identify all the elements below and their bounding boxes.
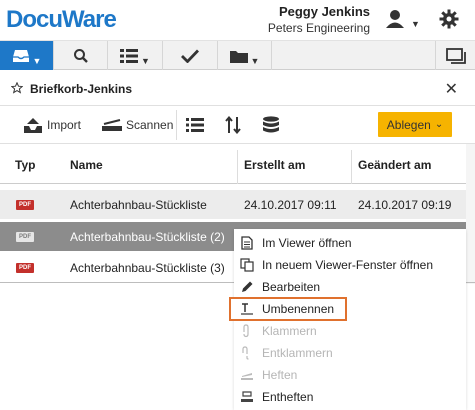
rename-icon: [241, 303, 253, 315]
import-icon: [24, 118, 42, 133]
column-divider[interactable]: [237, 150, 238, 184]
column-header-name[interactable]: Name: [70, 158, 103, 172]
storage-button[interactable]: [262, 114, 280, 136]
column-header-type[interactable]: Typ: [15, 158, 35, 172]
ablegen-label: Ablegen: [386, 117, 431, 132]
table-header: Typ Name Erstellt am Geändert am: [0, 144, 475, 184]
menu-item-label: Entheften: [262, 390, 314, 404]
column-divider[interactable]: [351, 150, 352, 184]
menu-item-edit[interactable]: Bearbeiten: [234, 276, 466, 298]
basket-header: Briefkorb-Jenkins ✕: [0, 70, 475, 106]
pencil-icon: [242, 281, 253, 292]
new-window-icon: [240, 258, 254, 272]
toolbar-divider: [176, 110, 177, 140]
nav-list-button[interactable]: ▼: [108, 41, 163, 70]
sort-icon: [225, 116, 241, 134]
close-icon[interactable]: ✕: [445, 79, 458, 99]
ablegen-button[interactable]: Ablegen ⌄: [378, 112, 452, 137]
chevron-down-icon: ▼: [141, 55, 150, 66]
scanner-icon: [102, 119, 122, 131]
list-view-button[interactable]: [186, 114, 204, 136]
scrollbar-track[interactable]: [466, 144, 475, 284]
menu-item-unstaple[interactable]: Entheften: [234, 386, 466, 408]
chevron-down-icon: ⌄: [434, 119, 444, 130]
table-row[interactable]: PDF Achterbahnbau-Stückliste 24.10.2017 …: [0, 190, 466, 219]
folder-icon: [229, 50, 248, 63]
list-view-icon: [186, 118, 204, 132]
nav-folder-button[interactable]: ▼: [218, 41, 272, 70]
top-bar: DocuWare Peggy Jenkins Peters Engineerin…: [0, 0, 475, 40]
unclip-icon: [242, 346, 249, 360]
stapler-icon: [241, 373, 253, 380]
row-created: 24.10.2017 09:11: [244, 198, 337, 212]
menu-item-open-viewer[interactable]: Im Viewer öffnen: [234, 232, 466, 254]
window-icon: [445, 47, 466, 64]
check-icon: [181, 49, 199, 63]
import-button[interactable]: Import: [24, 114, 81, 136]
paperclip-icon: [243, 324, 249, 338]
menu-item-label: Klammern: [262, 324, 317, 338]
nav-tasks-button[interactable]: [163, 41, 218, 70]
scan-button[interactable]: Scannen: [102, 114, 173, 136]
document-icon: [241, 236, 253, 250]
search-icon: [73, 48, 88, 63]
chevron-down-icon: ▼: [250, 55, 260, 66]
row-name: Achterbahnbau-Stückliste (3): [70, 261, 225, 275]
star-icon[interactable]: [10, 81, 24, 97]
nav-tray-button[interactable]: ▼: [0, 41, 54, 70]
pdf-icon: PDF: [16, 200, 34, 210]
user-info: Peggy Jenkins Peters Engineering: [268, 4, 370, 35]
row-name: Achterbahnbau-Stückliste (2): [70, 230, 225, 244]
user-icon: [386, 10, 405, 28]
settings-button[interactable]: [432, 2, 466, 36]
scan-label: Scannen: [126, 118, 174, 132]
gear-icon: [439, 9, 459, 29]
menu-item-unclip[interactable]: Entklammern: [234, 342, 466, 364]
basket-title: Briefkorb-Jenkins: [30, 82, 133, 96]
menu-item-label: Im Viewer öffnen: [262, 236, 352, 250]
menu-item-label: Umbenennen: [262, 302, 335, 316]
column-header-created[interactable]: Erstellt am: [244, 158, 305, 172]
row-name: Achterbahnbau-Stückliste: [70, 198, 207, 212]
chevron-down-icon: ▼: [32, 55, 42, 66]
main-nav: ▼ ▼ ▼: [0, 40, 475, 70]
pdf-icon: PDF: [16, 232, 34, 242]
nav-window-button[interactable]: [435, 41, 475, 70]
menu-item-rename[interactable]: Umbenennen: [234, 298, 466, 320]
docuware-logo: DocuWare: [6, 6, 117, 33]
list-icon: [120, 48, 139, 63]
user-menu-button[interactable]: ▼: [383, 2, 423, 36]
menu-item-staple[interactable]: Heften: [234, 364, 466, 386]
menu-item-open-new-window[interactable]: In neuem Viewer-Fenster öffnen: [234, 254, 466, 276]
menu-item-label: Entklammern: [262, 346, 333, 360]
row-modified: 24.10.2017 09:19: [358, 198, 452, 212]
import-label: Import: [47, 118, 82, 132]
sort-button[interactable]: [225, 114, 241, 136]
database-icon: [263, 116, 279, 133]
user-company: Peters Engineering: [267, 21, 370, 35]
menu-item-label: Bearbeiten: [262, 280, 321, 294]
column-header-modified[interactable]: Geändert am: [358, 158, 431, 172]
menu-item-label: Heften: [262, 368, 298, 382]
unstaple-icon: [241, 391, 253, 402]
pdf-icon: PDF: [16, 263, 34, 273]
tray-icon: [12, 49, 29, 62]
menu-item-clip[interactable]: Klammern: [234, 320, 466, 342]
user-name: Peggy Jenkins: [278, 4, 370, 19]
nav-search-button[interactable]: [54, 41, 108, 70]
basket-toolbar: Import Scannen Ablegen ⌄: [0, 106, 475, 144]
menu-item-label: In neuem Viewer-Fenster öffnen: [262, 258, 433, 272]
chevron-down-icon: ▼: [411, 19, 420, 29]
